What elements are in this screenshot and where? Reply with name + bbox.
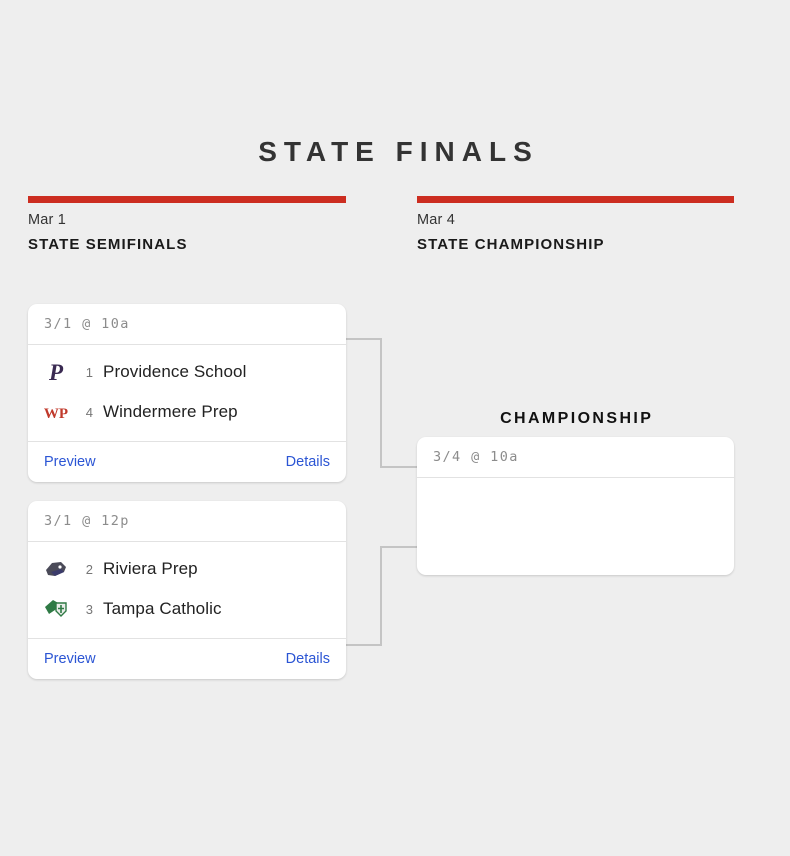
round-name: STATE CHAMPIONSHIP xyxy=(417,236,605,253)
preview-link[interactable]: Preview xyxy=(44,651,96,667)
page-title: STATE FINALS xyxy=(258,136,539,167)
bracket-connector-bottom-stub xyxy=(346,644,382,646)
game-card-championship[interactable]: 3/4 @ 10a xyxy=(417,437,734,575)
round-header-semifinals: Mar 1 STATE SEMIFINALS xyxy=(28,196,346,253)
round-accent-bar xyxy=(28,196,346,203)
bracket-connector-top-merge xyxy=(380,466,418,468)
round-header-championship: Mar 4 STATE CHAMPIONSHIP xyxy=(417,196,734,253)
round-name: STATE SEMIFINALS xyxy=(28,236,188,253)
bracket-connector-bottom-merge xyxy=(380,546,418,548)
details-link[interactable]: Details xyxy=(286,454,330,470)
team-name: Windermere Prep xyxy=(103,402,238,421)
game-datetime: 3/1 @ 12p xyxy=(28,501,346,542)
team-row[interactable]: 2 Riviera Prep xyxy=(28,549,346,589)
game-datetime: 3/4 @ 10a xyxy=(417,437,734,478)
game-datetime: 3/1 @ 10a xyxy=(28,304,346,345)
svg-text:WP: WP xyxy=(44,406,68,422)
providence-school-logo-icon: P xyxy=(42,358,70,386)
team-row[interactable]: 3 Tampa Catholic xyxy=(28,589,346,629)
svg-text:P: P xyxy=(48,360,64,385)
game-card-semifinal-1[interactable]: 3/1 @ 10a P 1 Providence School WP 4 Win… xyxy=(28,304,346,482)
team-seed: 4 xyxy=(85,404,93,420)
team-seed: 3 xyxy=(85,601,93,617)
team-list: 2 Riviera Prep 3 Tampa Catholic xyxy=(28,542,346,638)
round-date: Mar 1 xyxy=(28,212,67,228)
championship-empty-team-list xyxy=(417,478,734,574)
championship-label: CHAMPIONSHIP xyxy=(500,410,654,427)
riviera-prep-logo-icon xyxy=(42,555,70,583)
bracket-connector-top-vertical xyxy=(380,338,382,468)
round-date: Mar 4 xyxy=(417,212,456,228)
team-name: Tampa Catholic xyxy=(103,599,222,618)
preview-link[interactable]: Preview xyxy=(44,454,96,470)
team-row[interactable]: P 1 Providence School xyxy=(28,352,346,392)
bracket-connector-top-stub xyxy=(346,338,382,340)
details-link[interactable]: Details xyxy=(286,651,330,667)
team-row[interactable]: WP 4 Windermere Prep xyxy=(28,392,346,432)
team-seed: 1 xyxy=(85,364,93,380)
team-name: Riviera Prep xyxy=(103,559,198,578)
game-card-semifinal-2[interactable]: 3/1 @ 12p 2 Riviera Prep 3 Tampa Catholi… xyxy=(28,501,346,679)
bracket-connector-bottom-vertical xyxy=(380,546,382,646)
team-name: Providence School xyxy=(103,362,247,381)
windermere-prep-logo-icon: WP xyxy=(42,398,70,426)
round-accent-bar xyxy=(417,196,734,203)
tampa-catholic-logo-icon xyxy=(42,595,70,623)
team-seed: 2 xyxy=(85,561,93,577)
game-card-footer: Preview Details xyxy=(28,441,346,482)
team-list: P 1 Providence School WP 4 Windermere Pr… xyxy=(28,345,346,441)
game-card-footer: Preview Details xyxy=(28,638,346,679)
